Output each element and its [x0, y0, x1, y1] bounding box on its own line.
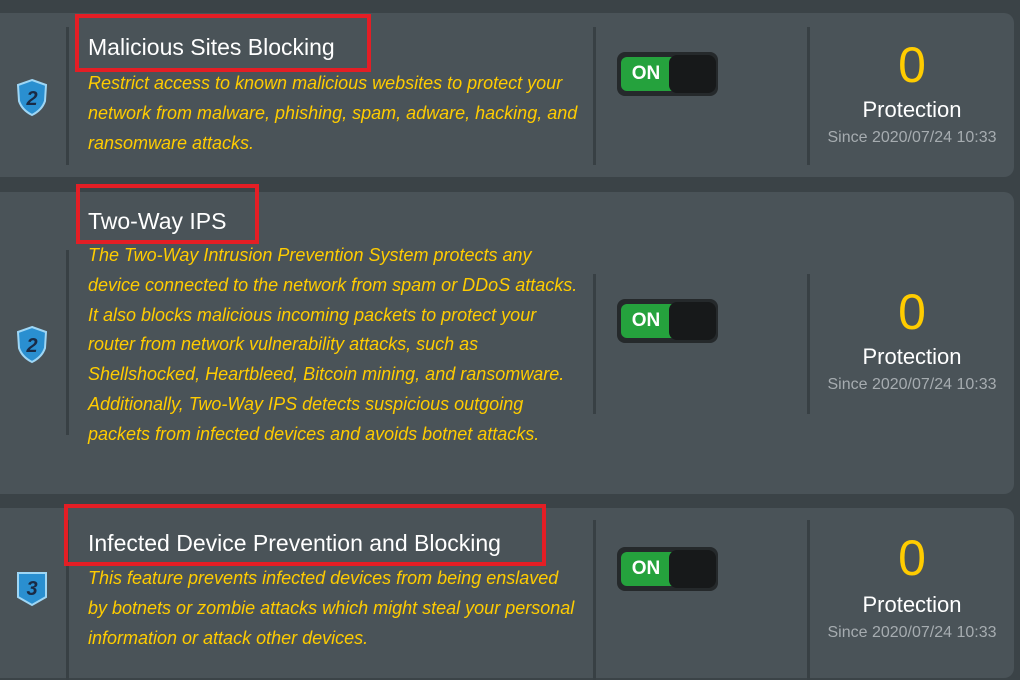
feature-description: The Two-Way Intrusion Prevention System … — [88, 245, 578, 444]
divider — [593, 520, 596, 680]
since-timestamp: Since 2020/07/24 10:33 — [827, 129, 997, 146]
highlight-box — [76, 184, 259, 244]
feature-card-two-way-ips: 2 Two-Way IPS The Two-Way Intrusion Prev… — [0, 184, 1014, 494]
feature-description: Restrict access to known malicious websi… — [88, 73, 578, 153]
divider — [593, 274, 596, 414]
two-way-ips-toggle[interactable]: ON — [617, 299, 718, 343]
since-timestamp: Since 2020/07/24 10:33 — [827, 376, 997, 393]
highlight-box — [75, 14, 371, 72]
protection-count: 0 — [898, 37, 926, 93]
shield-level-2-icon: 2 — [16, 78, 48, 117]
shield-level-2-icon: 2 — [16, 325, 48, 364]
protection-label: Protection — [862, 97, 962, 122]
divider — [66, 27, 69, 165]
since-timestamp: Since 2020/07/24 10:33 — [827, 624, 997, 641]
svg-text:2: 2 — [25, 88, 37, 110]
divider — [807, 520, 810, 680]
feature-description: This feature prevents infected devices f… — [88, 568, 575, 648]
feature-card-infected-device-prevention: 3 Infected Device Prevention and Blockin… — [0, 504, 1014, 680]
divider — [66, 250, 69, 435]
toggle-knob — [669, 55, 716, 93]
divider — [593, 27, 596, 165]
svg-text:3: 3 — [26, 578, 37, 600]
divider — [807, 27, 810, 165]
malicious-sites-blocking-toggle[interactable]: ON — [617, 52, 718, 96]
highlight-box — [64, 504, 546, 566]
protection-count: 0 — [898, 530, 926, 586]
shield-level-3-icon: 3 — [17, 572, 47, 607]
protection-count: 0 — [898, 284, 926, 340]
feature-card-malicious-sites-blocking: 2 Malicious Sites Blocking Restrict acce… — [0, 13, 1014, 177]
divider — [807, 274, 810, 414]
infected-device-prevention-toggle[interactable]: ON — [617, 547, 718, 591]
toggle-knob — [669, 302, 716, 340]
protection-label: Protection — [862, 344, 962, 369]
toggle-knob — [669, 550, 716, 588]
svg-text:2: 2 — [25, 335, 37, 357]
protection-label: Protection — [862, 592, 962, 617]
